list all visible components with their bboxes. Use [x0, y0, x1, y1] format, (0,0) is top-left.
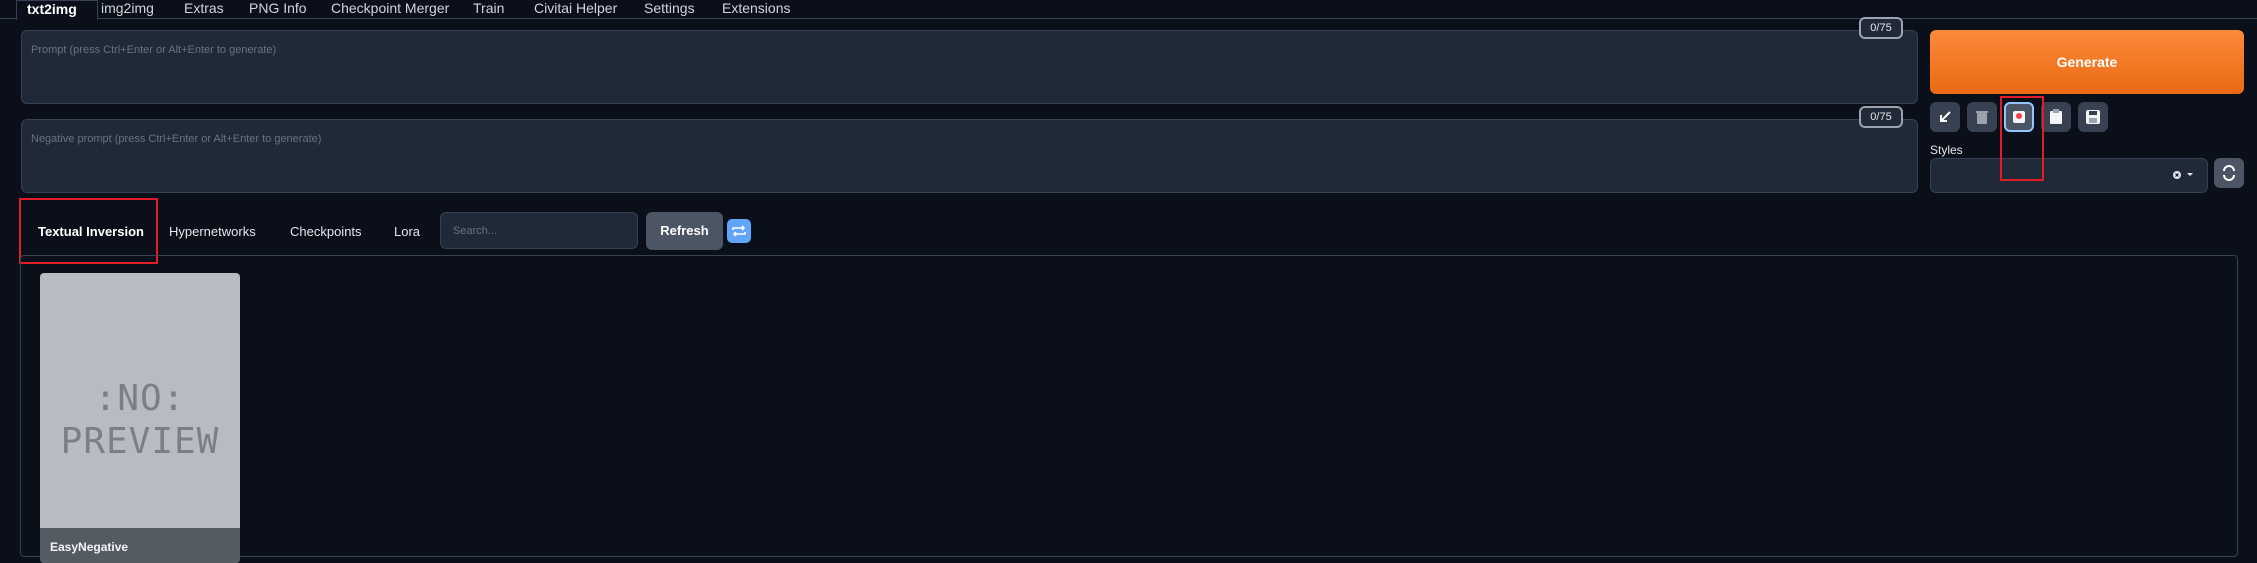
clipboard-icon: [2050, 109, 2062, 124]
tab-lora[interactable]: Lora: [394, 215, 420, 249]
tab-settings[interactable]: Settings: [644, 0, 695, 18]
tab-checkpoint-merger[interactable]: Checkpoint Merger: [331, 0, 449, 18]
save-icon: [2086, 110, 2100, 124]
negative-prompt-placeholder: Negative prompt (press Ctrl+Enter or Alt…: [31, 133, 322, 145]
tab-png-info[interactable]: PNG Info: [249, 0, 307, 18]
trash-icon: [1976, 111, 1988, 124]
search-input[interactable]: [440, 212, 638, 249]
negative-prompt-input[interactable]: Negative prompt (press Ctrl+Enter or Alt…: [21, 119, 1918, 193]
tab-train[interactable]: Train: [473, 0, 504, 18]
clear-prompt-button[interactable]: [1967, 102, 1997, 132]
tab-txt2img[interactable]: txt2img: [16, 0, 98, 20]
prompt-input[interactable]: Prompt (press Ctrl+Enter or Alt+Enter to…: [21, 30, 1918, 104]
extra-networks-panel: [20, 255, 2238, 557]
arrow-down-left-icon: [1940, 111, 1951, 122]
annotation-highlight-tool: [2000, 96, 2044, 181]
save-style-button[interactable]: [2078, 102, 2108, 132]
tab-civitai-helper[interactable]: Civitai Helper: [534, 0, 617, 18]
read-params-button[interactable]: [1930, 102, 1960, 132]
refresh-button[interactable]: Refresh: [646, 212, 723, 250]
tab-extensions[interactable]: Extensions: [722, 0, 790, 18]
apply-style-button[interactable]: [2041, 102, 2071, 132]
tab-img2img[interactable]: img2img: [101, 0, 154, 18]
sync-button[interactable]: [727, 219, 751, 243]
styles-dropdown[interactable]: [1930, 158, 2208, 193]
textual-inversion-card[interactable]: :NO: PREVIEW EasyNegative: [40, 273, 240, 563]
generate-button[interactable]: Generate: [1930, 30, 2244, 94]
negative-prompt-token-counter: 0/75: [1859, 106, 1903, 128]
prompt-token-counter: 0/75: [1859, 17, 1903, 39]
tab-hypernetworks[interactable]: Hypernetworks: [169, 215, 256, 249]
refresh-styles-button[interactable]: [2214, 158, 2244, 188]
tab-extras[interactable]: Extras: [184, 0, 224, 18]
refresh-icon: [2223, 165, 2235, 181]
no-preview-line1: :NO:: [94, 378, 186, 419]
prompt-placeholder: Prompt (press Ctrl+Enter or Alt+Enter to…: [31, 44, 277, 56]
styles-label: Styles: [1930, 143, 1963, 157]
tab-checkpoints[interactable]: Checkpoints: [290, 215, 362, 249]
clear-and-chevron-icon[interactable]: [2173, 170, 2195, 180]
no-preview-line2: PREVIEW: [60, 421, 220, 462]
card-name: EasyNegative: [50, 540, 129, 554]
top-tab-bar: txt2img img2img Extras PNG Info Checkpoi…: [0, 0, 2257, 20]
sync-icon: [732, 225, 746, 237]
